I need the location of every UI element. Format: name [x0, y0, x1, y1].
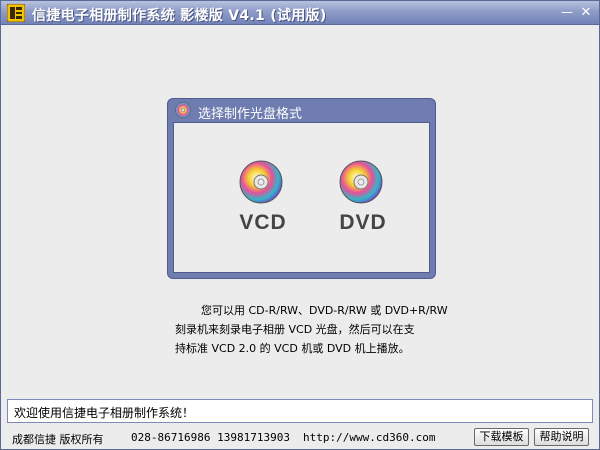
help-button[interactable]: 帮助说明 [534, 428, 589, 446]
status-box: 欢迎使用信捷电子相册制作系统！ [7, 399, 593, 423]
vcd-disc-icon [239, 160, 283, 204]
disc-icon [175, 102, 191, 118]
info-line: 刻录机来刻录电子相册 VCD 光盘，然后可以在支 [175, 323, 415, 336]
website-link[interactable]: http://www.cd360.com [303, 431, 435, 444]
phone-text: 028-86716986 13981713903 [131, 431, 290, 444]
download-template-button[interactable]: 下载模板 [474, 428, 529, 446]
disc-options-area: VCD DVD [173, 122, 430, 273]
vcd-label: VCD [239, 211, 287, 234]
info-line: 持标准 VCD 2.0 的 VCD 机或 DVD 机上播放。 [175, 342, 410, 355]
copyright-text: 成都信捷 版权所有 [12, 433, 104, 446]
dvd-label: DVD [339, 211, 387, 234]
close-button[interactable]: ✕ [578, 5, 594, 20]
app-window: 信捷电子相册制作系统 影楼版 V4.1 (试用版) — ✕ 选择制作光盘格式 V… [0, 0, 600, 450]
footer-bar: 成都信捷 版权所有 028-86716986 13981713903 http:… [1, 425, 599, 449]
window-title: 信捷电子相册制作系统 影楼版 V4.1 (试用版) [32, 8, 327, 24]
panel-title: 选择制作光盘格式 [198, 107, 303, 122]
dvd-disc-icon [339, 160, 383, 204]
info-text: 您可以用 CD-R/RW、DVD-R/RW 或 DVD+R/RW 刻录机来刻录电… [175, 301, 448, 358]
vcd-option[interactable]: VCD [228, 159, 298, 239]
info-line: 您可以用 CD-R/RW、DVD-R/RW 或 DVD+R/RW [201, 304, 448, 317]
status-message: 欢迎使用信捷电子相册制作系统！ [14, 406, 195, 420]
disc-format-panel: 选择制作光盘格式 VCD DVD [167, 98, 436, 279]
title-bar[interactable]: 信捷电子相册制作系统 影楼版 V4.1 (试用版) — ✕ [1, 1, 599, 25]
minimize-button[interactable]: — [559, 5, 575, 20]
dvd-option[interactable]: DVD [328, 159, 398, 239]
app-logo-icon [7, 4, 25, 22]
